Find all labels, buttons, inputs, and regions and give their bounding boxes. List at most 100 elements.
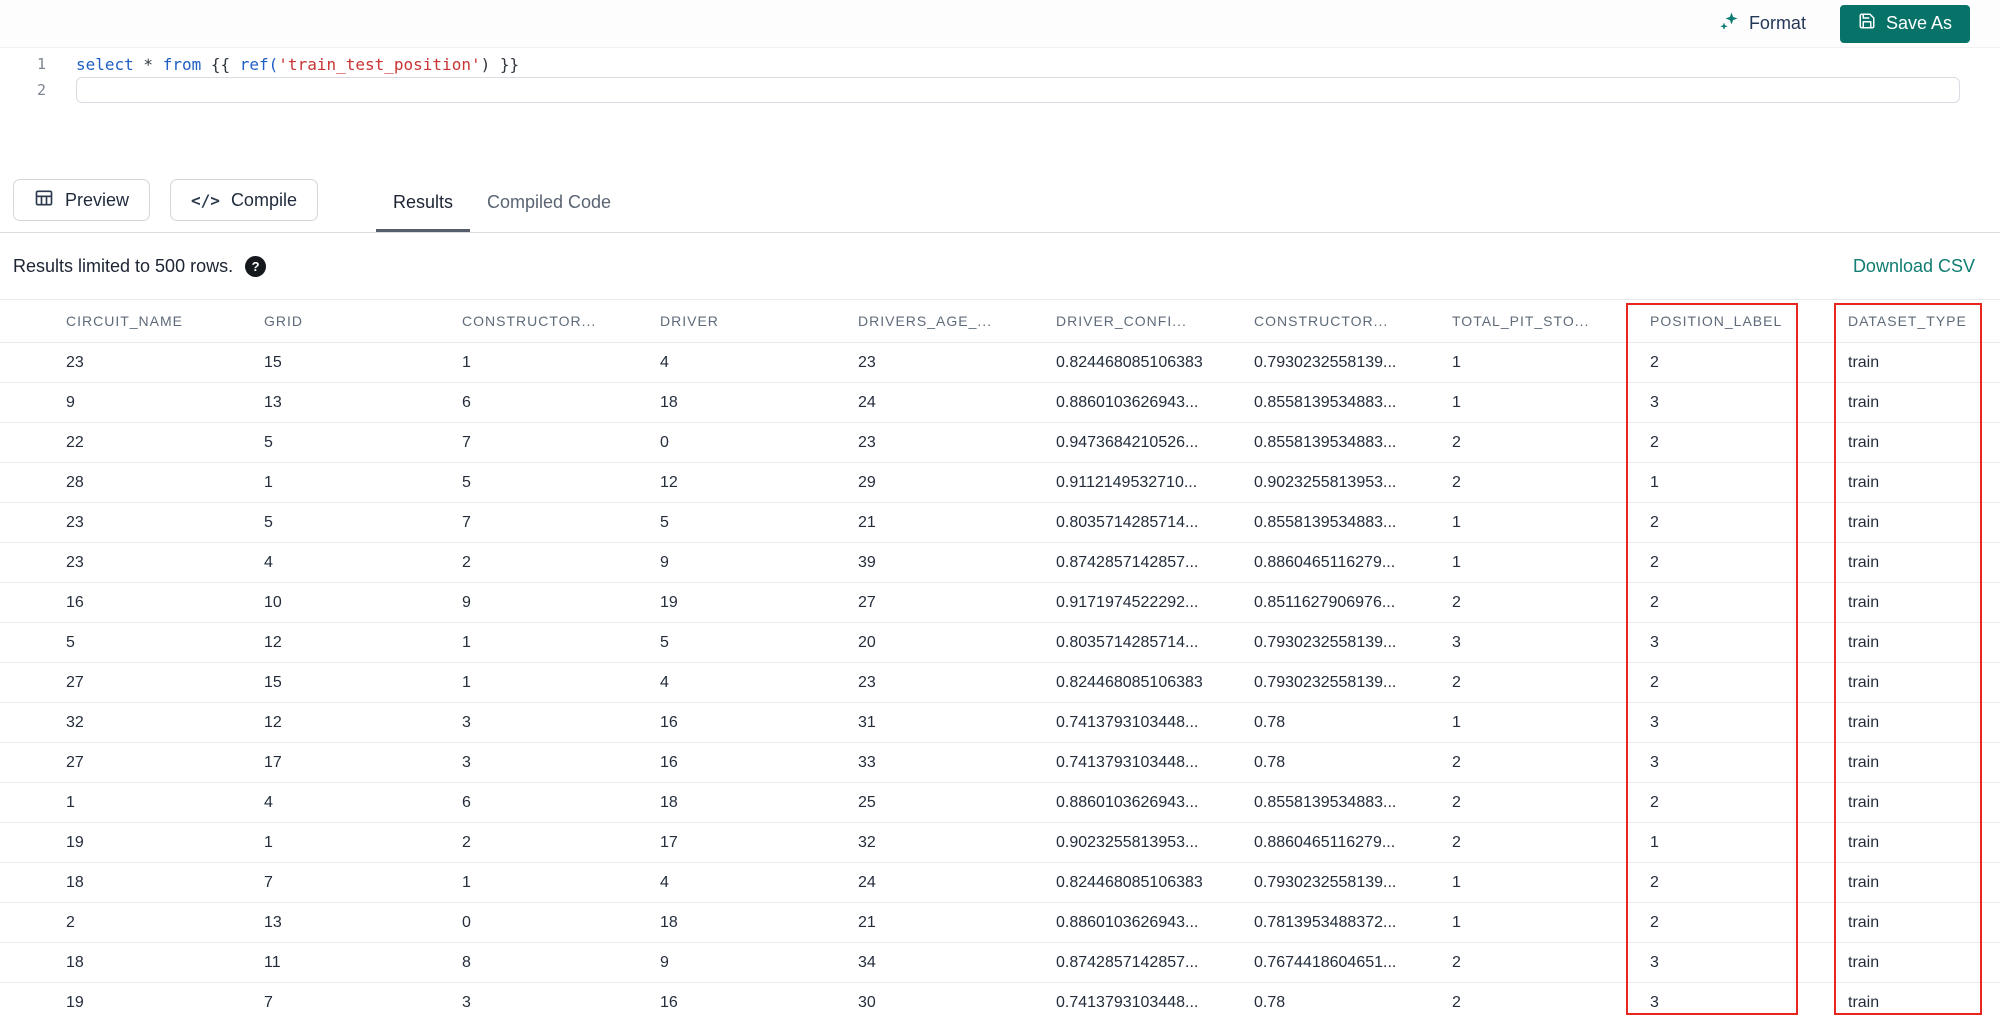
ref-function: ref( bbox=[239, 54, 279, 74]
table-cell: 5 bbox=[264, 433, 273, 451]
table-cell: 1 bbox=[462, 873, 471, 891]
table-cell: 5 bbox=[660, 633, 669, 651]
table-cell: 2 bbox=[1650, 913, 1659, 931]
table-cell: 0 bbox=[462, 913, 471, 931]
table-cell: 19 bbox=[66, 833, 84, 851]
sql-editor[interactable]: 1 select * from {{ ref('train_test_posit… bbox=[0, 48, 2000, 103]
table-body: 23 15 1 4 23 0.824468085106383 0.7930232558139… bbox=[0, 343, 2000, 1020]
table-cell: 3 bbox=[462, 993, 471, 1011]
tab-results[interactable]: Results bbox=[376, 179, 470, 232]
table-row: 32 12 3 16 31 0.7413793103448... 0.78 1 3 train bbox=[0, 703, 2000, 743]
table-row: 16 10 9 19 27 0.9171974522292... 0.85116279069… bbox=[0, 583, 2000, 623]
table-cell: 3 bbox=[1650, 753, 1659, 771]
table-cell: 2 bbox=[1650, 873, 1659, 891]
table-cell: 0.7413793103448... bbox=[1056, 753, 1199, 771]
table-cell: 1 bbox=[1452, 353, 1461, 371]
table-cell: 2 bbox=[1650, 353, 1659, 371]
table-cell: 2 bbox=[1650, 553, 1659, 571]
tab-compiled-code-label: Compiled Code bbox=[487, 192, 612, 212]
table-cell: 9 bbox=[66, 393, 75, 411]
compile-button-label: Compile bbox=[230, 189, 297, 210]
table-cell: 34 bbox=[858, 953, 876, 971]
table-cell: 18 bbox=[660, 793, 678, 811]
table-cell: 17 bbox=[660, 833, 678, 851]
save-as-button[interactable]: Save As bbox=[1839, 4, 1970, 43]
table-cell: train bbox=[1848, 553, 1880, 571]
table-row: 23 4 2 9 39 0.8742857142857... 0.8860465116279… bbox=[0, 543, 2000, 583]
table-cell: 5 bbox=[462, 473, 471, 491]
table-cell: 0.8558139534883... bbox=[1254, 433, 1397, 451]
table-cell: 2 bbox=[462, 553, 471, 571]
table-cell: 0.7930232558139... bbox=[1254, 633, 1397, 651]
format-button[interactable]: Format bbox=[1719, 11, 1806, 36]
table-cell: 0.9023255813953... bbox=[1254, 473, 1397, 491]
table-cell: 2 bbox=[1650, 593, 1659, 611]
table-cell: 1 bbox=[1650, 833, 1659, 851]
table-cell: 2 bbox=[1650, 673, 1659, 691]
table-cell: 6 bbox=[462, 393, 471, 411]
table-cell: 0.8035714285714... bbox=[1056, 513, 1199, 531]
table-cell: 2 bbox=[1452, 433, 1461, 451]
download-csv-link[interactable]: Download CSV bbox=[1853, 256, 1975, 277]
table-cell: 22 bbox=[66, 433, 84, 451]
table-row: 23 15 1 4 23 0.824468085106383 0.7930232558139… bbox=[0, 343, 2000, 383]
table-cell: 7 bbox=[462, 433, 471, 451]
table-cell: 0.9473684210526... bbox=[1056, 433, 1199, 451]
table-cell: 24 bbox=[858, 873, 876, 891]
preview-button[interactable]: Preview bbox=[13, 179, 151, 221]
actions-and-tabs-row: Preview </> Compile Results Compiled Cod… bbox=[0, 179, 2000, 233]
table-cell: 2 bbox=[1452, 833, 1461, 851]
table-cell: train bbox=[1848, 793, 1880, 811]
table-cell: 25 bbox=[858, 793, 876, 811]
column-header: DATASET_TYPE bbox=[1848, 313, 1967, 329]
table-cell: 15 bbox=[264, 673, 282, 691]
table-row: 19 1 2 17 32 0.9023255813953... 0.886046511627… bbox=[0, 823, 2000, 863]
sql-statement: select * from {{ ref('train_test_positio… bbox=[76, 55, 519, 74]
compile-button[interactable]: </> Compile bbox=[170, 179, 318, 221]
table-cell: 10 bbox=[264, 593, 282, 611]
column-header: CONSTRUCTOR... bbox=[462, 313, 597, 329]
table-row: 2 13 0 18 21 0.8860103626943... 0.781395348837… bbox=[0, 903, 2000, 943]
table-cell: 20 bbox=[858, 633, 876, 651]
table-cell: 27 bbox=[66, 753, 84, 771]
code-editor-line-1[interactable]: 1 select * from {{ ref('train_test_posit… bbox=[0, 51, 2000, 77]
table-cell: 3 bbox=[1650, 633, 1659, 651]
help-icon[interactable]: ? bbox=[245, 255, 267, 277]
table-cell: 2 bbox=[1650, 513, 1659, 531]
table-cell: train bbox=[1848, 953, 1880, 971]
table-cell: 0.78 bbox=[1254, 713, 1286, 731]
code-editor-line-2[interactable]: 2 bbox=[0, 77, 2000, 103]
table-row: 9 13 6 18 24 0.8860103626943... 0.855813953488… bbox=[0, 383, 2000, 423]
editor-empty-line[interactable] bbox=[76, 77, 1960, 103]
table-cell: 0.7813953488372... bbox=[1254, 913, 1397, 931]
table-cell: 29 bbox=[858, 473, 876, 491]
table-cell: 32 bbox=[66, 713, 84, 731]
table-cell: 21 bbox=[858, 513, 876, 531]
sql-operator: * bbox=[133, 54, 163, 74]
table-cell: 13 bbox=[264, 913, 282, 931]
table-cell: 4 bbox=[660, 873, 669, 891]
jinja-close-braces: ) }} bbox=[480, 54, 520, 74]
tab-results-label: Results bbox=[392, 192, 453, 212]
table-row: 5 12 1 5 20 0.8035714285714... 0.7930232558139… bbox=[0, 623, 2000, 663]
table-cell: 5 bbox=[660, 513, 669, 531]
table-cell: 16 bbox=[66, 593, 84, 611]
table-cell: 2 bbox=[1452, 673, 1461, 691]
line-number: 2 bbox=[36, 81, 46, 99]
format-button-label: Format bbox=[1748, 13, 1806, 33]
tab-compiled-code[interactable]: Compiled Code bbox=[470, 179, 628, 232]
table-cell: 18 bbox=[66, 953, 84, 971]
table-cell: 0.9171974522292... bbox=[1056, 593, 1199, 611]
table-cell: 0.7674418604651... bbox=[1254, 953, 1397, 971]
table-cell: 0.7930232558139... bbox=[1254, 353, 1397, 371]
table-row: 22 5 7 0 23 0.9473684210526... 0.8558139534883… bbox=[0, 423, 2000, 463]
table-cell: 7 bbox=[264, 993, 273, 1011]
table-cell: 12 bbox=[660, 473, 678, 491]
table-cell: 0.7413793103448... bbox=[1056, 993, 1199, 1011]
column-header: GRID bbox=[264, 313, 303, 329]
code-icon: </> bbox=[191, 190, 220, 210]
table-row: 19 7 3 16 30 0.7413793103448... 0.78 2 3 train bbox=[0, 983, 2000, 1020]
table-cell: 2 bbox=[1650, 793, 1659, 811]
table-cell: 3 bbox=[1650, 993, 1659, 1011]
table-cell: 2 bbox=[1452, 793, 1461, 811]
